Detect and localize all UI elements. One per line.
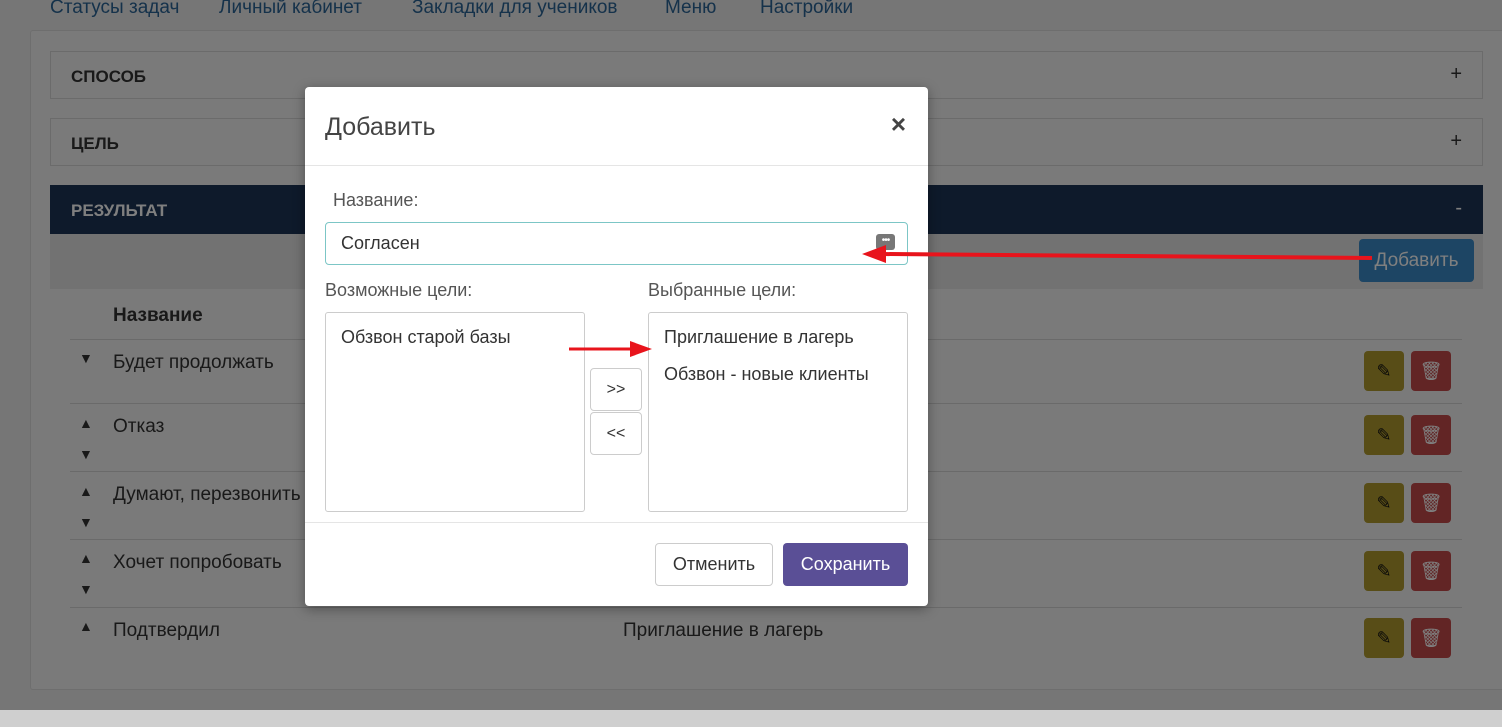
modal-footer-divider — [305, 522, 928, 523]
modal-header-divider — [305, 165, 928, 166]
available-goals-label: Возможные цели: — [325, 280, 473, 300]
name-label: Название: — [333, 190, 419, 210]
selected-goals-label: Выбранные цели: — [648, 280, 797, 300]
list-item[interactable]: Обзвон - новые клиенты — [649, 363, 907, 400]
page-footer-strip — [0, 710, 1502, 727]
list-item[interactable]: Приглашение в лагерь — [649, 326, 907, 363]
password-manager-icon[interactable]: ••• — [876, 234, 895, 250]
cancel-button[interactable]: Отменить — [655, 543, 773, 586]
save-button[interactable]: Сохранить — [783, 543, 908, 586]
available-goals-list[interactable]: Обзвон старой базы — [325, 312, 585, 512]
close-icon[interactable]: × — [891, 109, 906, 140]
move-left-button[interactable]: << — [590, 412, 642, 455]
move-right-button[interactable]: >> — [590, 368, 642, 411]
list-item[interactable]: Обзвон старой базы — [326, 326, 584, 363]
add-modal: Добавить × Название: ••• Возможные цели:… — [305, 87, 928, 606]
selected-goals-list[interactable]: Приглашение в лагерь Обзвон - новые клие… — [648, 312, 908, 512]
modal-title: Добавить — [325, 113, 436, 141]
name-input[interactable] — [325, 222, 908, 265]
